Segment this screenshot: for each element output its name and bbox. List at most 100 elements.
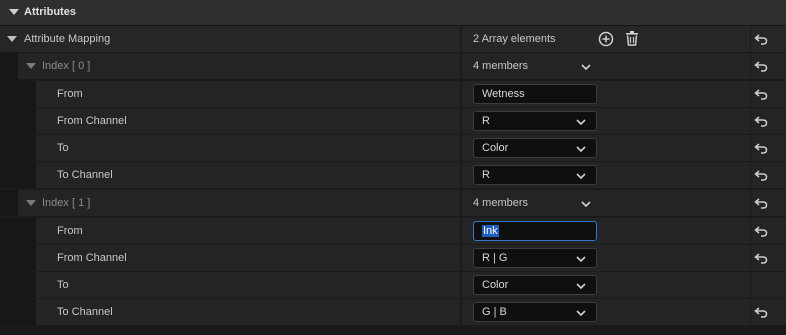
name-cell: To Channel [0, 299, 460, 325]
chevron-down-icon [576, 283, 586, 290]
indent-guide [0, 108, 36, 134]
reset-arrow-icon[interactable] [754, 197, 768, 209]
chevron-down-icon [576, 310, 586, 317]
expand-triangle-icon[interactable] [26, 200, 36, 206]
members-count: 4 members [473, 60, 529, 72]
attribute-mapping-row: Attribute Mapping 2 Array elements [0, 26, 786, 52]
to-dropdown[interactable]: Color [473, 275, 597, 295]
to-dropdown[interactable]: Color [473, 138, 597, 158]
attribute-mapping-label: Attribute Mapping [24, 33, 111, 45]
collapse-triangle-icon[interactable] [9, 9, 19, 15]
to-channel-dropdown[interactable]: G | B [473, 302, 597, 322]
from-channel-label: From Channel [57, 252, 127, 264]
chevron-down-icon[interactable] [581, 200, 591, 208]
index-label: Index [ 1 ] [42, 197, 91, 209]
name-cell: To [0, 135, 460, 161]
name-cell: From Channel [0, 245, 460, 271]
indent-guide [0, 245, 36, 271]
index-1-row: Index [ 1 ] 4 members [0, 190, 786, 216]
name-cell: Attribute Mapping [0, 26, 460, 52]
indent-guide [0, 53, 18, 79]
name-cell: From [0, 218, 460, 244]
reset-cell [751, 218, 786, 244]
indent-guide [0, 81, 36, 107]
chevron-down-icon[interactable] [581, 63, 591, 71]
indent-guide [0, 218, 36, 244]
from-channel-label: From Channel [57, 115, 127, 127]
from-channel-dropdown[interactable]: R | G [473, 248, 597, 268]
value-cell: 4 members [462, 190, 750, 216]
chevron-down-icon [576, 146, 586, 153]
from-text-input[interactable]: Ink [473, 221, 597, 241]
from-channel-value: R [482, 115, 490, 127]
reset-cell [751, 245, 786, 271]
to-label: To [57, 142, 69, 154]
reset-cell [751, 81, 786, 107]
to-channel-label: To Channel [57, 169, 113, 181]
from-label: From [57, 88, 83, 100]
from-label: From [57, 225, 83, 237]
to-channel-value: G | B [482, 306, 507, 318]
reset-arrow-icon[interactable] [754, 225, 768, 237]
from-row: From Wetness [0, 81, 786, 107]
to-channel-label: To Channel [57, 306, 113, 318]
to-value: Color [482, 142, 509, 154]
reset-arrow-icon[interactable] [754, 33, 768, 45]
array-count: 2 Array elements [473, 33, 556, 45]
reset-arrow-icon[interactable] [754, 252, 768, 264]
from-channel-dropdown[interactable]: R [473, 111, 597, 131]
reset-arrow-icon[interactable] [754, 169, 768, 181]
from-text-input[interactable]: Wetness [473, 84, 597, 104]
chevron-down-icon [576, 256, 586, 263]
to-value: Color [482, 279, 509, 291]
reset-cell [751, 272, 786, 298]
expand-triangle-icon[interactable] [26, 63, 36, 69]
name-cell: To [0, 272, 460, 298]
indent-guide [0, 162, 36, 188]
from-value-selected: Ink [482, 225, 499, 237]
section-title: Attributes [24, 6, 76, 18]
reset-cell [751, 162, 786, 188]
expand-triangle-icon[interactable] [7, 36, 17, 42]
from-channel-row: From Channel R | G [0, 245, 786, 271]
plus-circle-icon[interactable] [598, 31, 614, 47]
reset-arrow-icon[interactable] [754, 115, 768, 127]
to-channel-row: To Channel R [0, 162, 786, 188]
name-cell: To Channel [0, 162, 460, 188]
name-cell: Index [ 0 ] [0, 53, 460, 79]
indent-guide [0, 299, 36, 325]
reset-cell [751, 108, 786, 134]
reset-arrow-icon[interactable] [754, 142, 768, 154]
reset-arrow-icon[interactable] [754, 60, 768, 72]
indent-guide [0, 272, 36, 298]
chevron-down-icon [576, 119, 586, 126]
name-cell: From Channel [0, 108, 460, 134]
from-channel-row: From Channel R [0, 108, 786, 134]
reset-cell [751, 135, 786, 161]
value-cell: 4 members [462, 53, 750, 79]
from-channel-value: R | G [482, 252, 508, 264]
reset-cell [751, 299, 786, 325]
name-cell: From [0, 81, 460, 107]
trash-icon[interactable] [624, 30, 640, 47]
chevron-down-icon [576, 173, 586, 180]
reset-cell [751, 26, 786, 52]
reset-cell [751, 190, 786, 216]
to-channel-value: R [482, 169, 490, 181]
indent-guide [0, 190, 18, 216]
from-row: From Ink [0, 218, 786, 244]
name-cell: Index [ 1 ] [0, 190, 460, 216]
indent-guide [0, 135, 36, 161]
to-label: To [57, 279, 69, 291]
index-0-row: Index [ 0 ] 4 members [0, 53, 786, 79]
members-count: 4 members [473, 197, 529, 209]
attributes-section-header[interactable]: Attributes [0, 0, 786, 26]
to-channel-row: To Channel G | B [0, 299, 786, 325]
reset-cell [751, 53, 786, 79]
to-row: To Color [0, 272, 786, 298]
to-channel-dropdown[interactable]: R [473, 165, 597, 185]
from-value: Wetness [482, 88, 525, 100]
reset-arrow-icon[interactable] [754, 306, 768, 318]
reset-arrow-icon[interactable] [754, 88, 768, 100]
index-label: Index [ 0 ] [42, 60, 91, 72]
